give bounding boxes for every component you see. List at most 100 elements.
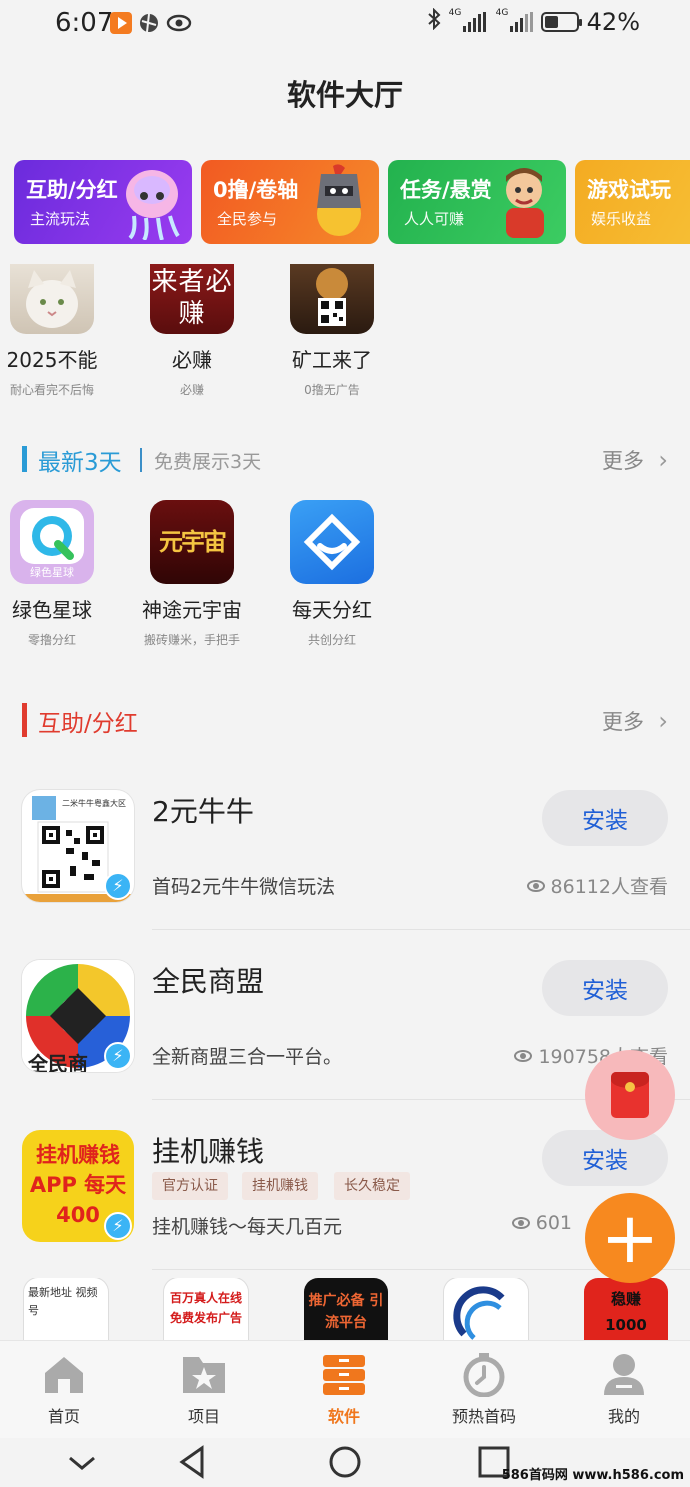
stopwatch-icon [461,1351,507,1398]
eye-icon [166,12,192,34]
play-app-icon [110,12,132,34]
app-name: 绿色星球 [12,598,92,622]
back-triangle-icon[interactable] [172,1444,216,1480]
app-description: 全新商盟三合一平台。 [152,1046,343,1068]
red-packet-button[interactable] [585,1050,675,1140]
icon-text: 来者必赚 [151,267,233,329]
battery-icon [540,12,582,32]
app-name: 全民商盟 [152,965,265,998]
eye-icon [511,1217,530,1229]
app-name: 神途元宇宙 [142,598,242,622]
folder-star-icon [181,1351,227,1397]
list-item[interactable]: 挂机赚钱 APP 每天400 ⚡ 挂机赚钱 安装 官方认证 挂机赚钱 长久稳定 … [22,1130,690,1300]
chevron-right-icon[interactable]: › [658,446,668,474]
battery-percent: 42% [586,8,640,36]
banner-subtitle: 主流玩法 [30,210,91,228]
more-link[interactable]: 更多 [602,445,644,475]
section-divider [140,448,142,472]
network-label-1: 4G [448,8,462,18]
app-subtitle: 0撸无广告 [304,383,360,397]
tab-home[interactable]: 首页 [0,1341,133,1439]
status-time: 6:07 [55,8,114,38]
tab-mine[interactable]: 我的 [555,1341,690,1439]
list-item[interactable]: 二米牛牛粤鑫大区 ⚡ 2元牛牛 安装 首码2元牛牛微信玩法 86112人查看 [22,790,690,960]
tab-label: 我的 [607,1407,640,1426]
tag-label: 挂机赚钱 [242,1172,318,1200]
icon-text: 元宇宙 [159,528,227,556]
install-button[interactable]: 安装 [542,790,668,846]
app-cell[interactable]: 每天分红 共创分红 [262,500,402,648]
app-name: 2元牛牛 [152,795,254,828]
strip-app-icon[interactable]: 百万真人在线 免费发布广告 [164,1278,248,1340]
home-icon [41,1351,87,1397]
home-circle-icon[interactable] [323,1444,367,1480]
status-bar: 6:07 4G 4G 42% [0,0,690,48]
banner-title: 互助/分红 [26,178,118,202]
tab-projects[interactable]: 项目 [135,1341,273,1439]
globe-logo-icon[interactable] [444,1278,528,1340]
section-title: 互助/分红 [38,711,138,737]
banner-game[interactable]: 游戏试玩 娱乐收益 [575,160,690,244]
chevron-right-icon[interactable]: › [658,707,668,735]
category-banners: 互助/分红 主流玩法 0撸/卷轴 全民参与 任务/悬赏 人人可赚 游戏试玩 娱乐… [0,160,690,246]
status-right: 4G 4G 42% [427,7,640,36]
national-alliance-app-icon: 全民商 ⚡ [22,960,134,1072]
app-icon: 来者必赚 [150,264,234,334]
app-subtitle: 零撸分红 [27,633,76,647]
red-envelope-icon [611,1072,649,1118]
app-description: 首码2元牛牛微信玩法 [152,876,336,898]
tab-software[interactable]: 软件 [275,1341,413,1439]
app-name: 矿工来了 [292,348,372,372]
banner-mutual[interactable]: 互助/分红 主流玩法 [14,160,192,244]
banner-task[interactable]: 任务/悬赏 人人可赚 [388,160,566,244]
install-button[interactable]: 安装 [542,1130,668,1186]
app-cell[interactable]: 矿工来了 0撸无广告 [262,264,402,398]
newest-section-header: 最新3天 免费展示3天 更多 › [22,442,668,478]
chevron-down-icon[interactable] [60,1444,104,1480]
banner-title: 游戏试玩 [587,178,671,202]
more-link[interactable]: 更多 [602,706,644,736]
banner-title: 任务/悬赏 [400,178,492,202]
app-name: 2025不能 [6,348,98,372]
view-count: 86112人查看 [526,872,668,899]
tag-label: 长久稳定 [334,1172,410,1200]
eye-icon [514,1049,533,1062]
banner-subtitle: 人人可赚 [404,210,465,228]
icon-text: 推广必备 引流平台 [308,1293,384,1331]
strip-app-icon[interactable]: 稳赚 1000 [584,1278,668,1340]
app-cell[interactable]: 元宇宙 神途元宇宙 搬砖赚米，手把手 [122,500,262,648]
green-planet-app-icon: 绿色星球 [10,500,94,584]
signal-icon-2: 4G [496,8,533,32]
signal-icon-1: 4G [449,8,486,32]
app-subtitle: 必赚 [179,383,204,397]
tag-label: 官方认证 [152,1172,228,1200]
section-accent-bar [22,446,27,472]
app-cell[interactable]: 绿色星球 绿色星球 零撸分红 [0,500,122,648]
banner-zero[interactable]: 0撸/卷轴 全民参与 [201,160,379,244]
tab-preheat[interactable]: 预热首码 [415,1341,553,1439]
watermark: 586首码网 www.h586.com [501,1468,684,1483]
add-button[interactable]: + [585,1193,675,1283]
daily-dividend-app-icon [290,500,374,584]
app-description: 挂机赚钱～每天几百元 [152,1216,343,1238]
network-label-2: 4G [495,8,509,18]
lightning-badge-icon: ⚡ [104,1212,132,1240]
drawer-icon [321,1351,367,1397]
cat-photo-icon [10,264,94,334]
strip-app-icon[interactable]: 最新地址 视频号 [24,1278,108,1340]
bluetooth-icon [427,7,441,36]
install-button[interactable]: 安装 [542,960,668,1016]
miner-game-icon [290,264,374,334]
app-subtitle: 耐心看完不后悔 [9,383,94,397]
plus-icon: + [600,1197,660,1279]
app-name: 每天分红 [292,598,372,622]
tab-label: 软件 [327,1407,360,1426]
list-item[interactable]: 全民商 ⚡ 全民商盟 安装 全新商盟三合一平台。 190758人查看 [22,960,690,1130]
banner-subtitle: 娱乐收益 [591,210,652,228]
page-title: 软件大厅 [286,78,403,112]
app-cell[interactable]: 2025不能 耐心看完不后悔 [0,264,122,398]
strip-app-icon[interactable]: 推广必备 引流平台 [304,1278,388,1340]
icon-text: 全民商 [28,1052,88,1072]
app-cell[interactable]: 来者必赚 必赚 必赚 [122,264,262,398]
lightning-badge-icon: ⚡ [104,872,132,900]
